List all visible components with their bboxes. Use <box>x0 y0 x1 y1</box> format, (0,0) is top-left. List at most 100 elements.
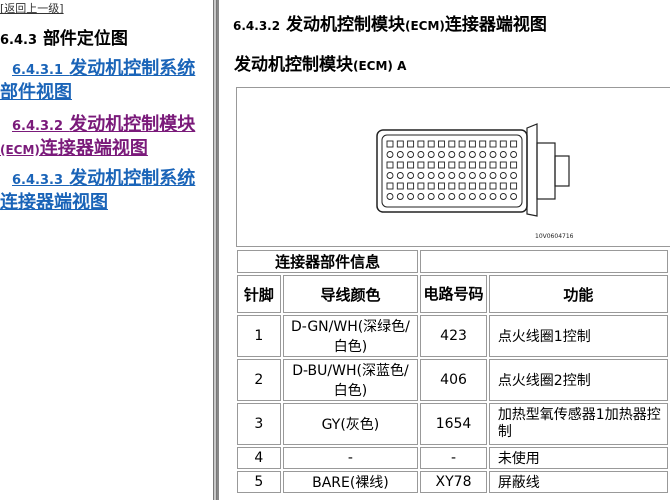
connector-pin <box>489 193 497 200</box>
connector-pin <box>479 140 487 148</box>
back-link[interactable]: [返回上一级] <box>0 0 64 16</box>
connector-pin <box>448 182 456 190</box>
connector-pin <box>448 151 456 158</box>
connector-pin <box>417 140 425 148</box>
connector-pin <box>479 151 487 158</box>
table-row: 4 - - 未使用 <box>237 447 668 469</box>
connector-pin <box>396 182 404 190</box>
col-header-pin: 针脚 <box>237 275 281 313</box>
connector-pin <box>479 161 487 169</box>
cell-pin: 5 <box>237 471 281 493</box>
connector-pin <box>448 193 456 200</box>
connector-pin <box>438 193 445 200</box>
connector-pin <box>448 161 456 169</box>
connector-pin <box>458 140 466 148</box>
connector-pin <box>438 140 445 148</box>
connector-pin <box>427 172 435 179</box>
connector-pin <box>458 172 466 179</box>
connector-pin <box>499 182 507 190</box>
nav-pane: [返回上一级] 6.4.3 部件定位图 6.4.3.1 发动机控制系统部件视图 … <box>0 0 213 500</box>
connector-pin <box>427 140 435 148</box>
section-title-text: 发动机控制模块 <box>234 55 353 75</box>
connector-pin <box>417 151 425 158</box>
connector-pin <box>448 172 456 179</box>
table-row: 1 D-GN/WH(深绿色/白色) 423 点火线圈1控制 <box>237 315 668 357</box>
connector-pin <box>468 161 476 169</box>
connector-pin <box>499 193 507 200</box>
section-title-ecm: (ECM) A <box>353 59 407 73</box>
connector-pin <box>396 172 404 179</box>
connector-latch <box>526 123 538 217</box>
connector-pin <box>407 140 415 148</box>
cell-function: 未使用 <box>488 447 668 469</box>
connector-info-table: 连接器部件信息 针脚 导线颜色 电路号码 功能 1 D-GN/WH(深绿色/白色… <box>235 248 670 495</box>
connector-pin <box>510 193 518 200</box>
connector-pin <box>489 172 497 179</box>
table-row: 2 D-BU/WH(深蓝色/白色) 406 点火线圈2控制 <box>237 359 668 401</box>
cell-wire-color: GY(灰色) <box>282 403 419 445</box>
connector-pin <box>468 151 476 158</box>
cell-circuit: XY78 <box>420 471 487 493</box>
cell-circuit: 1654 <box>420 403 487 445</box>
connector-pin <box>396 193 404 200</box>
nav-item-number: 6.4.3.3 <box>12 173 63 188</box>
cell-circuit: - <box>420 447 487 469</box>
nav-item-ecm-connector-view[interactable]: 6.4.3.2 发动机控制模块 (ECM)连接器端视图 <box>0 114 200 161</box>
connector-pin <box>386 182 394 190</box>
connector-pin <box>386 151 394 158</box>
page-title-tail: 连接器端视图 <box>444 15 547 35</box>
connector-pin <box>458 182 466 190</box>
connector-pin <box>427 161 435 169</box>
table-row: 3 GY(灰色) 1654 加热型氧传感器1加热器控制 <box>237 403 668 445</box>
connector-pin <box>458 151 466 158</box>
col-header-circuit: 电路号码 <box>420 275 487 313</box>
cell-circuit: 406 <box>420 359 487 401</box>
connector-lock-housing <box>536 142 556 200</box>
nav-heading: 6.4.3 部件定位图 <box>0 24 210 49</box>
connector-pin <box>458 161 466 169</box>
page-title: 6.4.3.2 发动机控制模块(ECM)连接器端视图 <box>233 10 547 35</box>
cell-function: 屏蔽线 <box>488 471 668 493</box>
cell-circuit: 423 <box>420 315 487 357</box>
connector-drawing <box>376 123 570 217</box>
table-row: 5 BARE(裸线) XY78 屏蔽线 <box>237 471 668 493</box>
connector-pin <box>438 182 445 190</box>
connector-pin <box>510 151 518 158</box>
nav-heading-number: 6.4.3 <box>0 33 38 48</box>
nav-item-engine-control-connectors[interactable]: 6.4.3.3 发动机控制系统连接器端视图 <box>0 168 200 214</box>
connector-pin <box>407 161 415 169</box>
content-pane: 6.4.3.2 发动机控制模块(ECM)连接器端视图 发动机控制模块(ECM) … <box>219 0 670 500</box>
connector-pin <box>407 182 415 190</box>
cell-function: 点火线圈1控制 <box>488 315 668 357</box>
connector-pin <box>427 151 435 158</box>
connector-pin <box>417 172 425 179</box>
connector-pin <box>510 172 518 179</box>
nav-item-engine-control-components[interactable]: 6.4.3.1 发动机控制系统部件视图 <box>0 58 200 104</box>
connector-pin <box>468 182 476 190</box>
connector-pin <box>427 182 435 190</box>
cell-pin: 3 <box>237 403 281 445</box>
connector-pin <box>417 161 425 169</box>
connector-figure: 10V0604716 <box>236 87 670 247</box>
connector-pin <box>438 161 445 169</box>
cell-pin: 1 <box>237 315 281 357</box>
connector-info-header: 连接器部件信息 <box>237 250 419 273</box>
connector-pin <box>386 193 394 200</box>
connector-pin <box>489 151 497 158</box>
connector-pin <box>499 151 507 158</box>
connector-lock-tab <box>554 155 570 187</box>
cell-pin: 4 <box>237 447 281 469</box>
cell-wire-color: - <box>282 447 419 469</box>
col-header-function: 功能 <box>488 275 668 313</box>
connector-pin <box>417 193 425 200</box>
connector-pin <box>479 172 487 179</box>
connector-pin <box>510 182 518 190</box>
page-title-text: 发动机控制模块 <box>286 15 405 35</box>
connector-pin <box>489 161 497 169</box>
connector-pin <box>427 193 435 200</box>
connector-pin <box>468 172 476 179</box>
col-header-wire-color: 导线颜色 <box>282 275 419 313</box>
connector-pin <box>489 140 497 148</box>
connector-pin <box>458 193 466 200</box>
connector-pin <box>468 140 476 148</box>
